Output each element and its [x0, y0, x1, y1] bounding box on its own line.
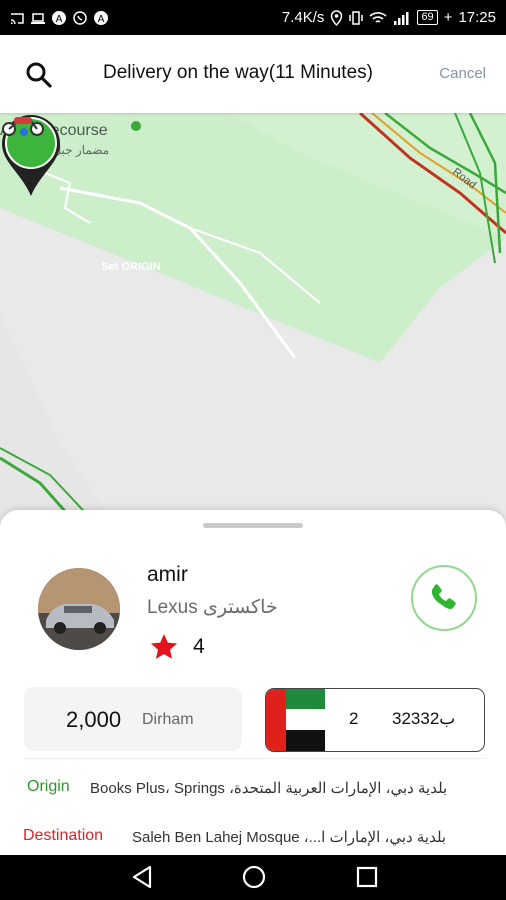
notification-icons: A A	[0, 10, 108, 25]
search-icon[interactable]	[25, 61, 53, 89]
status-bar: A A 7.4K/s 69 + 17:25	[0, 0, 506, 35]
svg-text:A: A	[98, 14, 105, 25]
svg-text:A: A	[56, 14, 63, 25]
system-nav-bar	[0, 855, 506, 900]
map-background: Road	[0, 113, 506, 533]
location-icon	[331, 9, 343, 26]
car-model: Lexus	[147, 597, 198, 618]
laptop-icon	[31, 12, 45, 24]
clock: 17:25	[458, 9, 496, 26]
origin-address: بلدية دبي، الإمارات العربية المتحدة، Boo…	[90, 780, 448, 797]
driver-sheet: amir Lexus خاكستری 4 2,000 Dirham 2 323ب…	[0, 510, 506, 855]
driver-rating: 4	[193, 635, 205, 658]
status-indicators: 7.4K/s 69 + 17:25	[282, 0, 496, 35]
destination-label: Destination	[23, 827, 104, 844]
origin-label: Origin	[27, 778, 70, 795]
signal-icon	[394, 11, 409, 25]
cancel-button[interactable]: Cancel	[439, 65, 486, 82]
whatsapp-icon	[73, 10, 87, 25]
back-icon[interactable]	[131, 865, 153, 889]
battery-indicator: 69	[417, 10, 438, 25]
drag-handle[interactable]	[203, 523, 303, 528]
header-bar: Delivery on the way(11 Minutes) Cancel	[0, 35, 506, 113]
car-description: Lexus خاكستری	[147, 596, 278, 619]
wifi-icon	[369, 11, 387, 23]
license-plate: 2 323ب32	[265, 688, 485, 752]
divider	[24, 758, 486, 759]
star-icon	[151, 634, 177, 659]
network-speed: 7.4K/s	[281, 9, 325, 26]
vibrate-icon	[349, 10, 364, 25]
fare-amount: 2,000	[66, 707, 122, 732]
plate-code: 323ب32	[392, 709, 456, 728]
phone-icon	[431, 584, 456, 609]
origin-pin-label: Set ORIGIN	[101, 261, 161, 273]
recent-apps-icon[interactable]	[356, 866, 378, 888]
driver-name: amir	[147, 563, 188, 586]
map-view[interactable]: Road Ali Racecourse مضمار جبل علي Set OR…	[0, 113, 506, 533]
car-photo	[38, 568, 120, 650]
page-title: Delivery on the way(11 Minutes)	[103, 62, 373, 83]
fare-box: 2,000 Dirham	[24, 687, 242, 751]
plate-number: 2	[349, 709, 359, 728]
app-a-icon-2: A	[94, 10, 108, 25]
car-color: خاكستری	[202, 597, 278, 618]
app-a-icon: A	[52, 10, 66, 25]
destination-address: بلدية دبي، الإمارات ا...، Saleh Ben Lahe…	[132, 829, 447, 846]
driver-avatar	[38, 568, 120, 650]
cast-icon	[10, 12, 24, 24]
home-icon[interactable]	[241, 864, 267, 890]
fare-currency: Dirham	[142, 711, 194, 728]
plus-icon: +	[443, 9, 453, 26]
uae-flag-icon	[266, 689, 325, 751]
call-driver-button[interactable]	[411, 565, 477, 631]
motorcycle-icon	[2, 117, 44, 136]
